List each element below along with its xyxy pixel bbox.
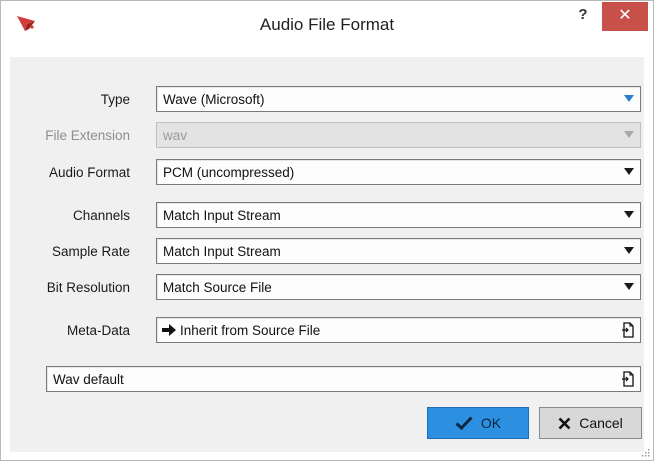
ok-button[interactable]: OK [427,407,529,439]
ok-button-label: OK [480,415,502,431]
sample-rate-select[interactable]: Match Input Stream [156,238,641,264]
dialog-title: Audio File Format [259,15,395,34]
type-select[interactable]: Wave (Microsoft) [156,86,641,112]
chevron-down-icon [624,131,634,138]
type-value: Wave (Microsoft) [163,92,265,107]
close-icon [558,417,571,429]
resize-grip-icon[interactable] [641,448,650,457]
chevron-down-icon [624,95,634,102]
chevron-down-icon [624,247,634,254]
meta-data-value: Inherit from Source File [180,323,321,338]
document-icon[interactable] [621,322,635,338]
title-bar[interactable]: Audio File Format ? ✕ [1,1,653,49]
type-label: Type [100,92,130,107]
bit-resolution-value: Match Source File [163,280,272,295]
audio-file-format-dialog: Audio File Format ? ✕ Type Wave (Microso… [0,0,654,461]
arrow-right-icon [162,324,176,336]
checkmark-icon [455,416,473,430]
audio-format-select[interactable]: PCM (uncompressed) [156,159,641,185]
file-extension-value: wav [163,128,188,143]
sample-rate-label: Sample Rate [51,244,130,259]
bit-resolution-label: Bit Resolution [46,280,130,295]
sample-rate-value: Match Input Stream [163,244,281,259]
preset-field[interactable]: Wav default [46,366,641,392]
audio-format-label: Audio Format [48,165,130,180]
document-icon[interactable] [621,371,635,387]
chevron-down-icon [624,283,634,290]
help-button[interactable]: ? [573,6,593,28]
bit-resolution-select[interactable]: Match Source File [156,274,641,300]
channels-value: Match Input Stream [163,208,281,223]
file-extension-select: wav [156,122,641,148]
preset-value: Wav default [53,372,124,387]
channels-label: Channels [72,208,130,223]
cancel-button-label: Cancel [579,415,623,431]
chevron-down-icon [624,211,634,218]
chevron-down-icon [624,168,634,175]
meta-data-field[interactable]: Inherit from Source File [156,317,641,343]
file-extension-label: File Extension [45,128,130,143]
close-button[interactable]: ✕ [602,2,648,31]
audio-format-value: PCM (uncompressed) [163,165,295,180]
channels-select[interactable]: Match Input Stream [156,202,641,228]
cancel-button[interactable]: Cancel [539,407,642,439]
meta-data-label: Meta-Data [66,323,130,338]
dialog-body: Type Wave (Microsoft) File Extension wav… [10,57,644,452]
